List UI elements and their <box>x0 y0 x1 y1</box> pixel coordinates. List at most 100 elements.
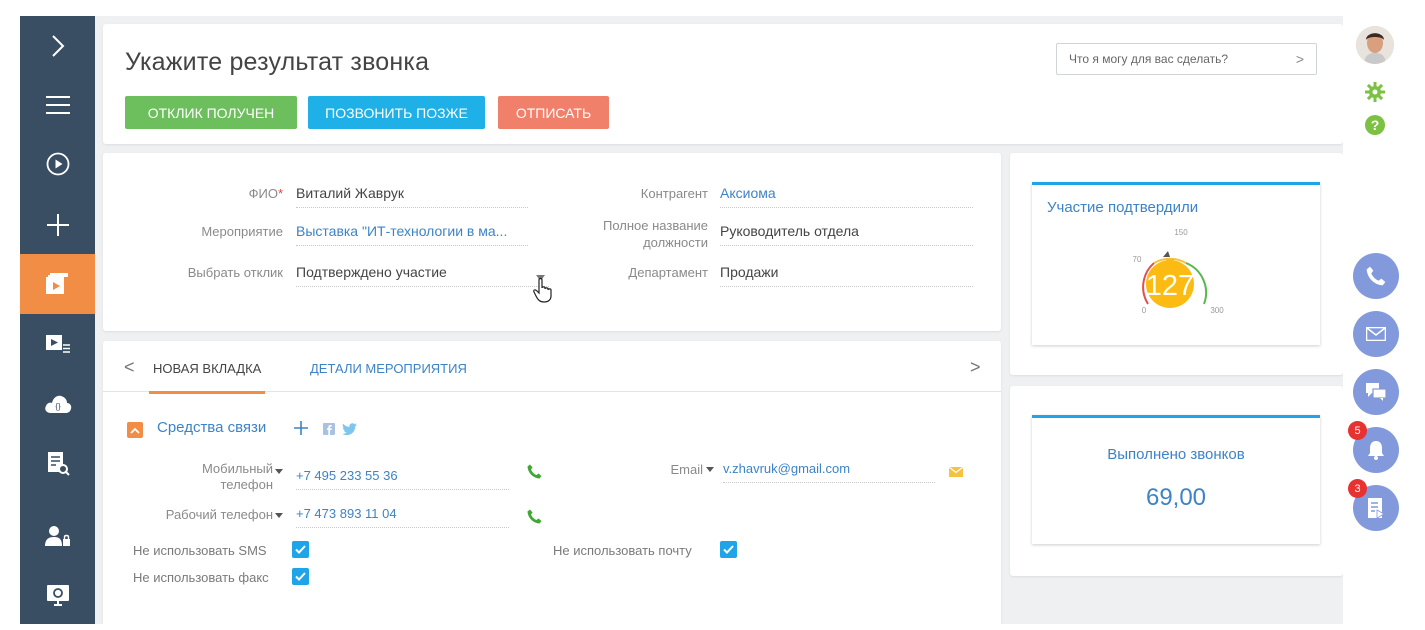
email-label: Email <box>670 462 703 477</box>
tab-new[interactable]: НОВАЯ ВКЛАДКА <box>148 361 266 394</box>
details-tabs-panel: < НОВАЯ ВКЛАДКА ДЕТАЛИ МЕРОПРИЯТИЯ > Сре… <box>103 341 1001 624</box>
gauge-tick-150: 150 <box>1174 228 1188 237</box>
department-label: Департамент <box>628 265 708 280</box>
call-work-icon[interactable] <box>527 509 542 524</box>
help-icon[interactable]: ? <box>1365 115 1385 135</box>
no-fax-checkbox[interactable] <box>292 568 309 585</box>
tab-scroll-right-icon[interactable]: > <box>970 357 981 378</box>
event-label: Мероприятие <box>201 224 283 239</box>
fio-field[interactable]: Виталий Жаврук <box>296 185 528 208</box>
gauge-value: 127 <box>1146 270 1194 302</box>
dashboard-panel-2: Выполнено звонков 69,00 <box>1010 386 1343 576</box>
right-rail: ? 5 3 <box>1343 16 1410 624</box>
chat-icon <box>1366 383 1387 401</box>
header-panel: Укажите результат звонка ОТКЛИК ПОЛУЧЕН … <box>103 24 1343 144</box>
process-button[interactable] <box>20 134 95 194</box>
work-phone-field[interactable]: +7 473 893 11 04 <box>296 506 509 528</box>
facebook-icon[interactable] <box>323 423 335 435</box>
unsubscribe-button[interactable]: ОТПИСАТЬ <box>498 96 609 129</box>
account-field[interactable]: Аксиома <box>720 185 973 208</box>
profile-photo-icon <box>1356 26 1394 64</box>
widget2-title: Выполнено звонков <box>1107 446 1245 463</box>
gear-icon[interactable] <box>1365 82 1385 102</box>
nav-cloud[interactable]: {} <box>20 374 95 434</box>
tab-event-details[interactable]: ДЕТАЛИ МЕРОПРИЯТИЯ <box>310 361 467 376</box>
tab-scroll-left-icon[interactable]: < <box>124 357 135 378</box>
jobtitle-label: Полное название должности <box>568 217 708 251</box>
checkmark-icon <box>295 545 306 554</box>
no-sms-label: Не использовать SMS <box>133 543 267 558</box>
no-sms-checkbox[interactable] <box>292 541 309 558</box>
no-mail-checkbox[interactable] <box>720 541 737 558</box>
mobile-label-line1: Мобильный <box>201 461 273 476</box>
email-field[interactable]: v.zhavruk@gmail.com <box>723 461 935 483</box>
tasks-badge: 3 <box>1348 479 1367 498</box>
envelope-icon <box>1366 327 1386 341</box>
plus-icon <box>46 214 69 236</box>
checkmark-icon <box>723 545 734 554</box>
email-panel-button[interactable] <box>1353 311 1399 357</box>
fio-label: ФИО* <box>248 186 283 201</box>
nav-users[interactable] <box>20 506 95 566</box>
mobile-label: Мобильный телефон <box>153 461 273 493</box>
mobile-type-dropdown-icon[interactable] <box>275 469 283 475</box>
nav-settings-monitor[interactable] <box>20 566 95 624</box>
send-email-icon[interactable] <box>949 467 963 477</box>
monitor-gear-icon <box>46 585 69 606</box>
collapse-group-button[interactable] <box>127 422 143 438</box>
expand-menu-button[interactable] <box>20 16 95 76</box>
event-field[interactable]: Выставка "ИТ-технологии в ма... <box>296 223 528 246</box>
widget2-value: 69,00 <box>1145 484 1207 511</box>
notifications-panel-button[interactable]: 5 <box>1348 421 1399 473</box>
jobtitle-field[interactable]: Руководитель отдела <box>720 223 973 246</box>
chevron-up-icon <box>130 427 140 434</box>
mobile-label-line2: телефон <box>220 477 273 492</box>
widget1-title: Участие подтвердили <box>1047 199 1199 216</box>
twitter-icon[interactable] <box>342 423 357 435</box>
notifications-badge: 5 <box>1348 421 1367 440</box>
feed-panel-button[interactable] <box>1353 369 1399 415</box>
hamburger-menu-button[interactable] <box>20 75 95 135</box>
email-type-dropdown-icon[interactable] <box>706 467 714 473</box>
document-arrow-icon <box>1368 498 1385 519</box>
folders-icon <box>45 273 68 294</box>
user-avatar[interactable] <box>1356 26 1394 64</box>
phone-icon <box>1366 266 1386 286</box>
tab-bar: < НОВАЯ ВКЛАДКА ДЕТАЛИ МЕРОПРИЯТИЯ > <box>103 341 1001 394</box>
nav-campaigns-active[interactable] <box>20 254 95 314</box>
tasks-panel-button[interactable]: 3 <box>1348 479 1399 531</box>
gauge-tick-300: 300 <box>1210 306 1224 315</box>
app-window: {} Укажите результат звонка ОТКЛИК ПОЛУЧ… <box>20 16 1410 624</box>
add-button[interactable] <box>20 195 95 255</box>
video-list-icon <box>45 335 70 353</box>
nav-reports[interactable] <box>20 434 95 494</box>
nav-events[interactable] <box>20 314 95 374</box>
response-label: Выбрать отклик <box>187 265 283 280</box>
hand-cursor-icon <box>533 277 552 303</box>
cloud-icon: {} <box>44 395 71 413</box>
work-type-dropdown-icon[interactable] <box>275 513 283 519</box>
call-later-button[interactable]: ПОЗВОНИТЬ ПОЗЖЕ <box>308 96 485 129</box>
left-navigation: {} <box>20 16 95 624</box>
communication-group-title[interactable]: Средства связи <box>157 419 266 436</box>
calls-completed-widget[interactable]: Выполнено звонков 69,00 <box>1032 415 1320 544</box>
mobile-phone-field[interactable]: +7 495 233 55 36 <box>296 468 509 490</box>
hamburger-icon <box>45 96 70 114</box>
command-search-input[interactable]: Что я могу для вас сделать? > <box>1056 43 1317 75</box>
response-select[interactable]: Подтверждено участие <box>296 264 549 287</box>
add-communication-icon[interactable] <box>293 420 309 436</box>
search-placeholder: Что я могу для вас сделать? <box>1069 52 1229 66</box>
document-search-icon <box>47 452 70 476</box>
confirmed-participation-widget[interactable]: Участие подтвердили 127 0 70 150 300 <box>1032 182 1320 345</box>
call-mobile-icon[interactable] <box>527 464 542 479</box>
no-fax-label: Не использовать факс <box>133 570 269 585</box>
response-received-button[interactable]: ОТКЛИК ПОЛУЧЕН <box>125 96 297 129</box>
page-title: Укажите результат звонка <box>125 48 430 76</box>
no-mail-label: Не использовать почту <box>553 543 692 558</box>
call-panel-button[interactable] <box>1353 253 1399 299</box>
chevron-right-icon[interactable]: > <box>1296 51 1304 67</box>
gauge-tick-0: 0 <box>1142 306 1147 315</box>
work-phone-label: Рабочий телефон <box>165 507 273 522</box>
bell-icon <box>1368 441 1384 460</box>
department-field[interactable]: Продажи <box>720 264 973 287</box>
